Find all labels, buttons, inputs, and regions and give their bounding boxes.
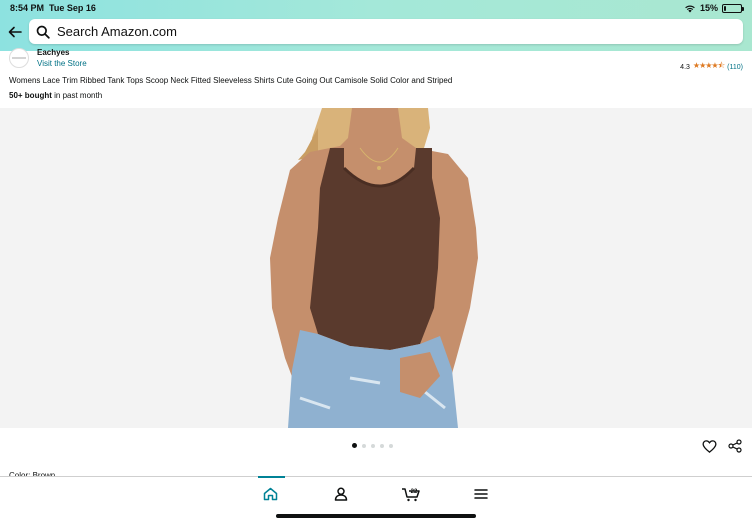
rating-count[interactable]: (110) <box>727 64 743 71</box>
pendant <box>377 166 381 170</box>
header-bar: 8:54 PM Tue Sep 16 15% Search Amazon.com <box>0 0 752 51</box>
tab-menu[interactable] <box>471 485 491 503</box>
carousel-dot[interactable] <box>389 443 393 448</box>
product-title: Womens Lace Trim Ribbed Tank Tops Scoop … <box>9 76 453 85</box>
search-icon <box>36 25 50 39</box>
visit-store-link[interactable]: Visit the Store <box>37 59 87 68</box>
home-indicator-bar[interactable] <box>276 514 476 518</box>
active-tab-indicator <box>258 476 285 478</box>
cart-count: 22 <box>411 489 418 495</box>
product-image[interactable] <box>0 108 752 428</box>
carousel-dot[interactable] <box>371 443 375 448</box>
rating-summary[interactable]: 4.3 ★★★★⯪ (110) <box>680 60 743 74</box>
carousel-dot[interactable] <box>380 443 384 448</box>
home-icon <box>263 487 277 501</box>
tab-home[interactable] <box>260 485 280 503</box>
seller-logo[interactable] <box>9 48 29 68</box>
bought-period: in past month <box>51 91 103 100</box>
wifi-icon <box>685 4 695 12</box>
back-button[interactable] <box>6 23 24 41</box>
carousel-dot[interactable] <box>352 443 357 448</box>
status-bar: 8:54 PM Tue Sep 16 15% <box>0 0 752 16</box>
menu-icon <box>474 489 488 499</box>
carousel-dot[interactable] <box>362 443 366 448</box>
account-icon <box>334 487 348 501</box>
status-indicators: 15% <box>684 3 744 13</box>
product-photo <box>270 108 478 428</box>
back-arrow-icon <box>8 26 22 38</box>
search-input[interactable]: Search Amazon.com <box>29 19 743 44</box>
tab-cart[interactable]: 22 <box>400 485 422 503</box>
battery-percent: 15% <box>699 3 718 13</box>
rating-stars: ★★★★⯪ <box>692 61 725 70</box>
battery-icon <box>722 3 744 13</box>
seller-name: Eachyes <box>37 48 70 57</box>
carousel-dots[interactable] <box>352 443 393 448</box>
status-date: Tue Sep 16 <box>49 3 96 13</box>
bought-in-past-month: 50+ bought in past month <box>9 91 102 100</box>
search-placeholder: Search Amazon.com <box>57 24 177 39</box>
tab-account[interactable] <box>331 485 351 503</box>
share-icon[interactable] <box>728 439 742 453</box>
bought-count: 50+ bought <box>9 91 52 100</box>
battery-fill <box>724 5 726 11</box>
brand-logo-icon <box>12 57 26 59</box>
heart-icon[interactable] <box>702 439 717 454</box>
cart-icon: 22 <box>402 488 420 502</box>
battery-tip <box>742 6 744 11</box>
rating-value: 4.3 <box>680 63 690 71</box>
status-time: 8:54 PM <box>10 3 45 13</box>
